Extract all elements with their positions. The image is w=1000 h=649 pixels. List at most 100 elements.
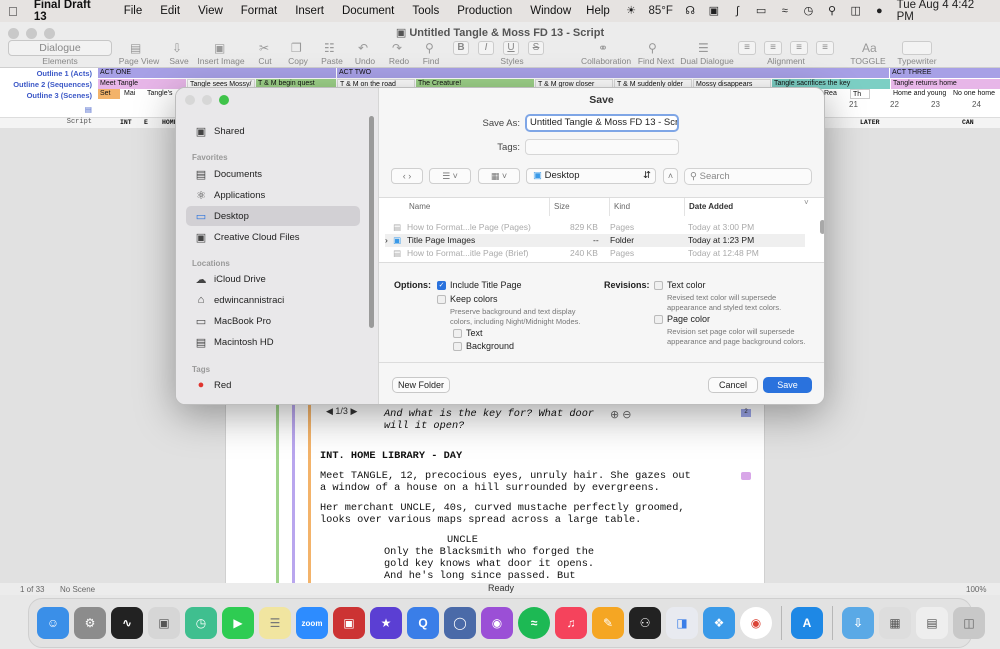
save-button[interactable]: Save: [166, 56, 192, 66]
copy-button[interactable]: Copy: [285, 56, 311, 66]
insert-image-icon[interactable]: ▣: [214, 41, 225, 55]
file-row[interactable]: ▤ How to Format...itle Page (Brief) 240 …: [385, 247, 805, 260]
chrome-icon[interactable]: ◉: [740, 607, 772, 639]
file-list[interactable]: Name Size Kind Date Added ˅ ▤ How to For…: [379, 197, 824, 263]
zoom-app-icon[interactable]: zoom: [296, 607, 328, 639]
pages-icon[interactable]: ✎: [592, 607, 624, 639]
menu-app[interactable]: Final Draft 13: [34, 0, 106, 23]
scene-th[interactable]: Th: [850, 89, 870, 99]
find-next-icon[interactable]: ⚲: [648, 41, 657, 55]
search-icon[interactable]: ⚲: [826, 5, 839, 17]
collaboration-button[interactable]: Collaboration: [578, 56, 634, 66]
text-label[interactable]: Text: [466, 328, 483, 338]
dialogue-line[interactable]: And he's long since passed. But: [384, 570, 576, 582]
toggle-case-icon[interactable]: Aa: [862, 41, 877, 55]
sidebar-item-desktop[interactable]: ▭ Desktop: [186, 206, 360, 226]
scene-home-and-young[interactable]: Home and young: [891, 89, 949, 99]
dialog-minimize-button[interactable]: [202, 95, 212, 105]
menu-edit[interactable]: Edit: [160, 5, 180, 17]
column-size[interactable]: Size: [549, 198, 570, 216]
undo-icon[interactable]: ↶: [358, 41, 368, 55]
location-selector[interactable]: ▣ Desktop ⇵: [526, 168, 656, 184]
sidebar-item-macbook[interactable]: ▭ MacBook Pro: [186, 311, 360, 331]
recent-files-icon[interactable]: ▦: [879, 607, 911, 639]
music-icon[interactable]: ♫: [555, 607, 587, 639]
imovie-icon[interactable]: ★: [370, 607, 402, 639]
menu-production[interactable]: Production: [457, 5, 512, 17]
notes-icon[interactable]: ☰: [259, 607, 291, 639]
column-date-added[interactable]: Date Added: [684, 198, 733, 216]
include-title-page-label[interactable]: Include Title Page: [450, 280, 522, 290]
grid-view-button[interactable]: ▦ ˅: [478, 168, 520, 184]
action-line[interactable]: Meet TANGLE, 12, precocious eyes, unruly…: [320, 470, 691, 482]
document-stack-icon[interactable]: ▤: [916, 607, 948, 639]
app-icon[interactable]: ◨: [666, 607, 698, 639]
sidebar-item-shared[interactable]: ▣ Shared: [186, 121, 360, 141]
page-color-checkbox[interactable]: [654, 315, 663, 324]
menu-help[interactable]: Help: [586, 5, 610, 17]
action-line[interactable]: looks over various maps spread across a …: [320, 514, 641, 526]
safari-icon[interactable]: ❖: [703, 607, 735, 639]
script-tag-can[interactable]: CAN: [960, 118, 982, 128]
search-field[interactable]: ⚲ Search: [684, 168, 812, 185]
zoom-controls-icon[interactable]: ⊕ ⊖: [610, 408, 632, 421]
apple-icon[interactable]: : [8, 4, 22, 19]
strikethrough-button[interactable]: S: [528, 41, 544, 55]
sidebar-item-tag-red[interactable]: ● Red: [186, 375, 360, 395]
cancel-button[interactable]: Cancel: [708, 377, 758, 393]
battery-icon[interactable]: ▭: [755, 5, 768, 17]
back-forward-buttons[interactable]: ‹ ›: [391, 168, 423, 184]
gamepad-icon[interactable]: ▣: [708, 5, 721, 17]
sidebar-scrollbar[interactable]: [369, 116, 374, 328]
app-store-icon[interactable]: A: [791, 607, 823, 639]
file-list-scrollbar[interactable]: [820, 220, 824, 234]
file-row[interactable]: › ▣ Title Page Images -- Folder Today at…: [385, 234, 805, 247]
dialogue-line[interactable]: will it open?: [384, 420, 464, 432]
headphones-icon[interactable]: ☊: [684, 5, 697, 17]
act-three[interactable]: ACT THREE: [890, 68, 1000, 78]
dialog-close-button[interactable]: [185, 95, 195, 105]
facetime-icon[interactable]: ▶: [222, 607, 254, 639]
app-icon[interactable]: ▣: [148, 607, 180, 639]
podcasts-icon[interactable]: ◉: [481, 607, 513, 639]
dual-dialogue-icon[interactable]: ☰: [698, 41, 709, 55]
sidebar-item-macintosh-hd[interactable]: ▤ Macintosh HD: [186, 332, 360, 352]
keep-colors-checkbox[interactable]: [437, 295, 446, 304]
element-selector[interactable]: Dialogue: [8, 40, 112, 56]
action-line[interactable]: a window of a house on a hill surrounded…: [320, 482, 660, 494]
weather-icon[interactable]: ☀: [625, 5, 638, 17]
cut-icon[interactable]: ✂: [259, 41, 269, 55]
undo-button[interactable]: Undo: [352, 56, 378, 66]
typewriter-toggle[interactable]: [902, 41, 932, 55]
scene-mai[interactable]: Mai: [122, 89, 144, 99]
script-tag-later[interactable]: LATER: [858, 118, 888, 128]
seq-returns-home[interactable]: Tangle returns home: [891, 79, 1000, 89]
find-button[interactable]: Find: [419, 56, 443, 66]
page-color-label[interactable]: Page color: [667, 314, 710, 324]
paste-button[interactable]: Paste: [318, 56, 346, 66]
siri-icon[interactable]: ●: [873, 5, 886, 17]
page-navigator[interactable]: ◀ 1/3 ▶: [326, 406, 357, 417]
new-folder-button[interactable]: New Folder: [392, 377, 450, 393]
align-right-button[interactable]: ≡: [790, 41, 808, 55]
text-color-keep-checkbox[interactable]: [453, 329, 462, 338]
file-row[interactable]: ▤ How to Format...le Page (Pages) 829 KB…: [385, 221, 805, 234]
sidebar-item-applications[interactable]: ⚛ Applications: [186, 185, 360, 205]
dialogue-line[interactable]: And what is the key for? What door: [384, 408, 594, 420]
redo-icon[interactable]: ↷: [392, 41, 402, 55]
menu-tools[interactable]: Tools: [412, 5, 439, 17]
act-one[interactable]: ACT ONE: [98, 68, 336, 78]
script-app-icon[interactable]: ⚇: [629, 607, 661, 639]
activity-monitor-icon[interactable]: ∿: [111, 607, 143, 639]
cut-button[interactable]: Cut: [254, 56, 276, 66]
dialog-zoom-button[interactable]: [219, 95, 229, 105]
save-icon[interactable]: ⇩: [172, 41, 182, 55]
align-center-button[interactable]: ≡: [764, 41, 782, 55]
save-dialog-button[interactable]: Save: [763, 377, 812, 393]
collaboration-icon[interactable]: ⚭: [598, 41, 608, 55]
bold-button[interactable]: B: [453, 41, 469, 55]
keep-colors-label[interactable]: Keep colors: [450, 294, 498, 304]
disclosure-icon[interactable]: ›: [385, 234, 388, 247]
seq-meet-tangle[interactable]: Meet Tangle: [98, 79, 186, 89]
sidebar-item-documents[interactable]: ▤ Documents: [186, 164, 360, 184]
